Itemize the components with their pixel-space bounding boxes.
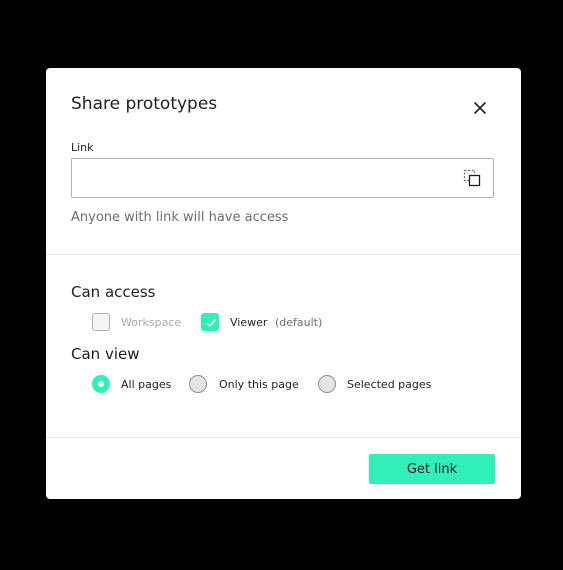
- close-button[interactable]: [470, 98, 490, 118]
- only-this-page-label: Only this page: [219, 378, 299, 391]
- viewer-label: Viewer: [230, 316, 268, 329]
- all-pages-label: All pages: [121, 378, 172, 391]
- link-access-hint: Anyone with link will have access: [71, 210, 289, 225]
- radio-selected-dot: [98, 381, 104, 387]
- get-link-button[interactable]: Get link: [369, 454, 495, 484]
- link-field: [71, 158, 494, 198]
- selected-pages-radio[interactable]: [318, 375, 336, 393]
- workspace-label: Workspace: [121, 316, 182, 329]
- only-this-page-radio[interactable]: [189, 375, 207, 393]
- checkmark-icon: [206, 319, 216, 327]
- can-view-heading: Can view: [71, 345, 140, 363]
- dialog-title: Share prototypes: [71, 94, 218, 114]
- close-icon: [474, 102, 486, 114]
- divider: [46, 254, 521, 255]
- workspace-checkbox[interactable]: [92, 313, 110, 331]
- copy-icon: [463, 169, 481, 187]
- copy-link-button[interactable]: [463, 169, 481, 187]
- can-access-heading: Can access: [71, 283, 156, 301]
- link-input[interactable]: [72, 159, 452, 197]
- link-label: Link: [71, 141, 94, 154]
- divider: [46, 437, 521, 438]
- viewer-default-tag: (default): [275, 316, 323, 329]
- selected-pages-label: Selected pages: [347, 378, 432, 391]
- all-pages-radio[interactable]: [92, 375, 110, 393]
- viewer-checkbox[interactable]: [201, 313, 219, 331]
- share-prototypes-dialog: Share prototypes Link Anyone with link w…: [46, 68, 521, 499]
